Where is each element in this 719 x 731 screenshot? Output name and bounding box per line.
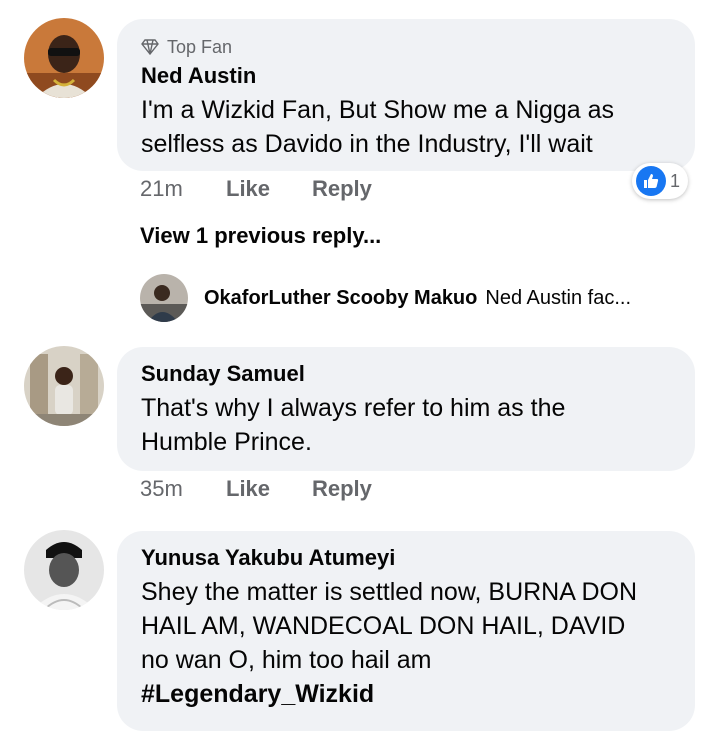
reply-preview[interactable]: OkaforLuther Scooby Makuo Ned Austin fac… bbox=[204, 287, 631, 310]
avatar[interactable] bbox=[24, 346, 104, 426]
comment-author[interactable]: Ned Austin bbox=[141, 63, 671, 89]
comment-text-line: Shey the matter is settled now, BURNA DO… bbox=[141, 578, 638, 606]
badge-label: Top Fan bbox=[167, 36, 233, 57]
avatar[interactable] bbox=[24, 18, 104, 98]
reply-button[interactable]: Reply bbox=[312, 476, 372, 502]
comment-text-line: HAIL AM, WANDECOAL DON HAIL, DAVID bbox=[141, 612, 626, 640]
comment-bubble: Yunusa Yakubu Atumeyi Shey the matter is… bbox=[117, 531, 695, 731]
avatar-photo-icon bbox=[140, 274, 188, 322]
comment-bubble: Top Fan Ned Austin I'm a Wizkid Fan, But… bbox=[117, 19, 695, 171]
reaction-count[interactable]: 1 bbox=[632, 163, 689, 199]
view-previous-replies-link[interactable]: View 1 previous reply... bbox=[140, 223, 381, 249]
comment-author[interactable]: Sunday Samuel bbox=[141, 361, 671, 387]
like-reaction-icon bbox=[636, 166, 666, 196]
like-button[interactable]: Like bbox=[226, 476, 312, 502]
comment-actions: 21m Like Reply bbox=[140, 176, 372, 202]
hashtag-link[interactable]: #Legendary_Wizkid bbox=[141, 677, 671, 711]
comment-actions: 35m Like Reply bbox=[140, 476, 372, 502]
avatar[interactable] bbox=[24, 530, 104, 610]
comment-timestamp[interactable]: 21m bbox=[140, 176, 226, 202]
reaction-count-label: 1 bbox=[670, 170, 681, 191]
diamond-icon bbox=[141, 39, 159, 55]
comment-author[interactable]: Yunusa Yakubu Atumeyi bbox=[141, 545, 671, 571]
avatar-photo-icon bbox=[24, 18, 104, 98]
comment-bubble: Sunday Samuel That's why I always refer … bbox=[117, 347, 695, 471]
avatar-photo-icon bbox=[24, 530, 104, 610]
reply-snippet: Ned Austin fac... bbox=[485, 287, 632, 309]
like-button[interactable]: Like bbox=[226, 176, 312, 202]
reply-button[interactable]: Reply bbox=[312, 176, 372, 202]
comment-text-line: That's why I always refer to him as the bbox=[141, 394, 566, 422]
reply-author[interactable]: OkaforLuther Scooby Makuo bbox=[204, 287, 477, 310]
comment-text-line: Humble Prince. bbox=[141, 428, 312, 456]
avatar[interactable] bbox=[140, 274, 188, 322]
comment-text-line: selfless as Davido in the Industry, I'll… bbox=[141, 130, 593, 158]
comment-text-line: I'm a Wizkid Fan, But Show me a Nigga as bbox=[141, 96, 615, 124]
comment-timestamp[interactable]: 35m bbox=[140, 476, 226, 502]
avatar-photo-icon bbox=[24, 346, 104, 426]
comment-text-line: no wan O, him too hail am bbox=[141, 646, 432, 674]
top-fan-badge: Top Fan bbox=[141, 35, 671, 59]
